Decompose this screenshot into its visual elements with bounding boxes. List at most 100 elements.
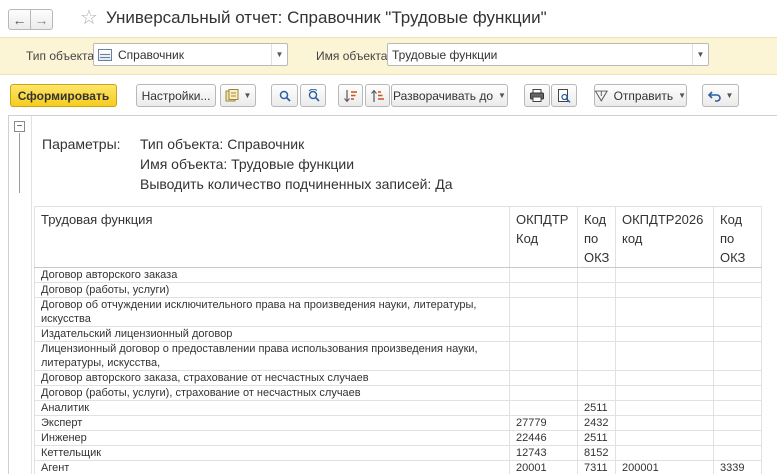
expand-to-button[interactable]: Разворачивать до ▼	[391, 84, 508, 107]
object-type-field[interactable]: Справочник ▼	[93, 43, 288, 66]
chevron-down-icon[interactable]: ▼	[271, 44, 287, 65]
code-cell[interactable]: 12743	[509, 445, 578, 461]
star-icon[interactable]: ☆	[80, 7, 98, 29]
code-cell[interactable]	[615, 400, 714, 416]
catalog-icon	[98, 48, 112, 61]
chevron-down-icon: ▼	[678, 91, 686, 100]
object-name-field[interactable]: Трудовые функции ▼	[387, 43, 709, 66]
code-cell[interactable]: 8152	[577, 445, 616, 461]
column-header: ОКПДТР2026 код	[615, 206, 714, 268]
labor-function-cell[interactable]: Договор об отчуждении исключительного пр…	[34, 297, 510, 327]
labor-function-cell[interactable]: Агент	[34, 460, 510, 474]
code-cell[interactable]	[509, 267, 578, 283]
labor-function-cell[interactable]: Издательский лицензионный договор	[34, 326, 510, 342]
code-cell[interactable]: 7311	[577, 460, 616, 474]
labor-function-cell[interactable]: Договор (работы, услуги), страхование от…	[34, 385, 510, 401]
code-cell[interactable]: 27779	[509, 415, 578, 431]
code-cell[interactable]	[577, 267, 616, 283]
code-cell[interactable]	[615, 341, 714, 371]
code-cell[interactable]	[713, 282, 762, 298]
code-cell[interactable]: 2511	[577, 400, 616, 416]
forward-button[interactable]: →	[30, 9, 53, 30]
code-cell[interactable]	[509, 282, 578, 298]
code-cell[interactable]	[509, 341, 578, 371]
table-row[interactable]: Лицензионный договор о предоставлении пр…	[34, 341, 762, 371]
labor-function-cell[interactable]: Договор (работы, услуги)	[34, 282, 510, 298]
code-cell[interactable]	[615, 370, 714, 386]
code-cell[interactable]: 22446	[509, 430, 578, 446]
code-cell[interactable]	[713, 267, 762, 283]
code-cell[interactable]	[713, 445, 762, 461]
table-row[interactable]: Эксперт 27779 2432	[34, 415, 762, 431]
labor-function-cell[interactable]: Договор авторского заказа, страхование о…	[34, 370, 510, 386]
find-next-button[interactable]	[300, 84, 326, 107]
labor-function-cell[interactable]: Кеттельщик	[34, 445, 510, 461]
arrow-right-icon: →	[34, 11, 49, 28]
code-cell[interactable]	[509, 370, 578, 386]
labor-function-cell[interactable]: Инженер	[34, 430, 510, 446]
code-cell[interactable]	[615, 445, 714, 461]
code-cell[interactable]	[577, 385, 616, 401]
code-cell[interactable]	[577, 326, 616, 342]
code-cell[interactable]	[615, 385, 714, 401]
code-cell[interactable]	[615, 415, 714, 431]
code-cell[interactable]: 20001	[509, 460, 578, 474]
find-button[interactable]	[271, 84, 298, 107]
search-next-icon	[308, 89, 320, 102]
column-header: Код по ОКЗ	[577, 206, 616, 268]
collapse-group-icon[interactable]: −	[14, 121, 25, 132]
chevron-down-icon[interactable]: ▼	[692, 44, 708, 65]
code-cell[interactable]	[713, 297, 762, 327]
settings-button[interactable]: Настройки...	[136, 84, 216, 107]
code-cell[interactable]	[615, 282, 714, 298]
sort-descending-button[interactable]	[365, 84, 390, 107]
code-cell[interactable]: 200001	[615, 460, 714, 474]
table-row[interactable]: Аналитик 2511	[34, 400, 762, 416]
undo-button[interactable]: ▼	[702, 84, 739, 107]
code-cell[interactable]: 2432	[577, 415, 616, 431]
labor-function-cell[interactable]: Лицензионный договор о предоставлении пр…	[34, 341, 510, 371]
code-cell[interactable]	[713, 385, 762, 401]
code-cell[interactable]	[509, 326, 578, 342]
labor-function-cell[interactable]: Эксперт	[34, 415, 510, 431]
code-cell[interactable]	[615, 326, 714, 342]
code-cell[interactable]	[509, 297, 578, 327]
code-cell[interactable]: 2511	[577, 430, 616, 446]
table-row[interactable]: Договор (работы, услуги), страхование от…	[34, 385, 762, 401]
report-document[interactable]: − Параметры: Тип объекта: Справочник Имя…	[8, 115, 777, 474]
code-cell[interactable]	[713, 370, 762, 386]
table-row[interactable]: Кеттельщик 12743 8152	[34, 445, 762, 461]
print-preview-button[interactable]	[551, 84, 577, 107]
code-cell[interactable]	[577, 341, 616, 371]
code-cell[interactable]	[713, 415, 762, 431]
labor-function-cell[interactable]: Договор авторского заказа	[34, 267, 510, 283]
table-row[interactable]: Договор авторского заказа, страхование о…	[34, 370, 762, 386]
table-row[interactable]: Договор об отчуждении исключительного пр…	[34, 297, 762, 327]
back-button[interactable]: ←	[8, 9, 31, 30]
code-cell[interactable]	[615, 430, 714, 446]
table-row[interactable]: Договор (работы, услуги)	[34, 282, 762, 298]
code-cell[interactable]	[509, 400, 578, 416]
code-cell[interactable]	[615, 267, 714, 283]
table-row[interactable]: Инженер 22446 2511	[34, 430, 762, 446]
code-cell[interactable]	[713, 326, 762, 342]
table-row[interactable]: Договор авторского заказа	[34, 267, 762, 283]
code-cell[interactable]	[577, 370, 616, 386]
table-row[interactable]: Агент 20001 7311 200001 3339	[34, 460, 762, 474]
table-row[interactable]: Издательский лицензионный договор	[34, 326, 762, 342]
code-cell[interactable]	[713, 341, 762, 371]
generate-button[interactable]: Сформировать	[10, 84, 117, 107]
report-variants-button[interactable]: ▼	[220, 84, 256, 107]
code-cell[interactable]	[577, 297, 616, 327]
code-cell[interactable]	[577, 282, 616, 298]
labor-function-cell[interactable]: Аналитик	[34, 400, 510, 416]
send-button[interactable]: Отправить ▼	[594, 84, 687, 107]
sort-ascending-button[interactable]	[338, 84, 363, 107]
print-button[interactable]	[524, 84, 550, 107]
code-cell[interactable]	[713, 400, 762, 416]
code-cell[interactable]	[713, 430, 762, 446]
code-cell[interactable]	[509, 385, 578, 401]
code-cell[interactable]	[615, 297, 714, 327]
code-cell[interactable]: 3339	[713, 460, 762, 474]
group-bracket-line	[19, 133, 20, 193]
